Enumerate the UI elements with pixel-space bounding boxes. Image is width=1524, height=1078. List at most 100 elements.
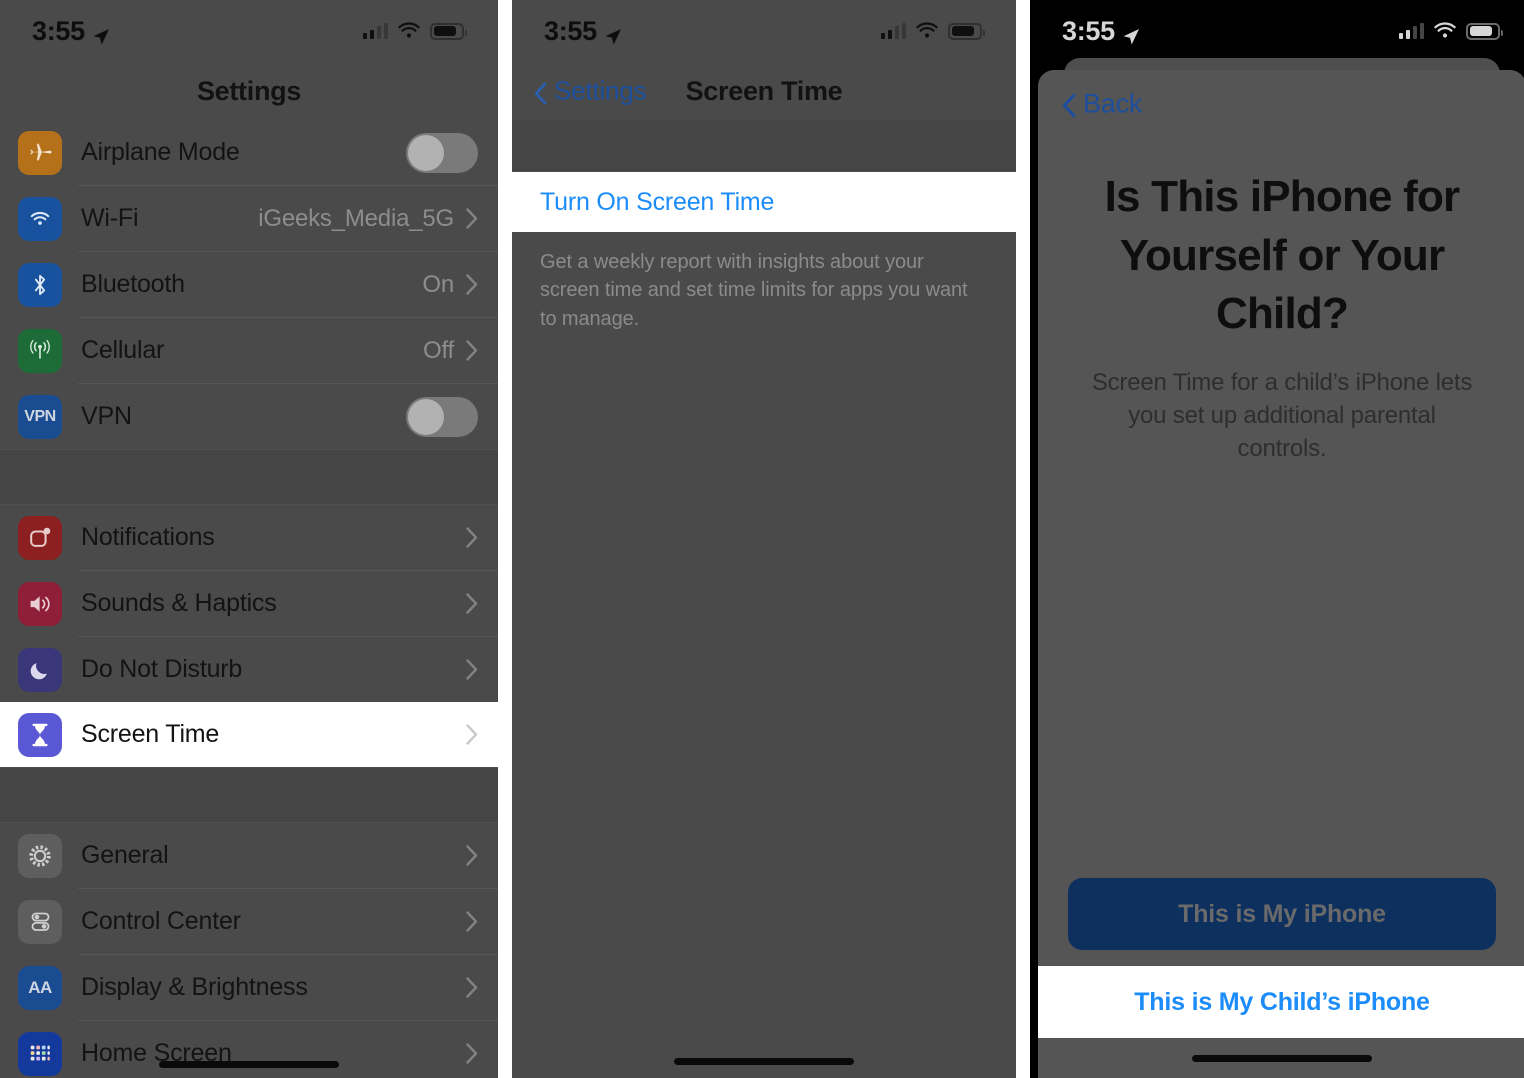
settings-row-label: Wi-Fi — [81, 204, 139, 232]
panel-gap — [1016, 0, 1030, 1078]
display-brightness-icon-text: AA — [28, 977, 52, 997]
chevron-right-icon — [466, 724, 478, 745]
settings-list-group-1: Airplane Mode Wi-Fi iGeeks_Media_5G Blue… — [0, 120, 498, 449]
settings-row-label: Control Center — [81, 907, 241, 935]
cellular-signal-icon — [880, 23, 906, 39]
settings-row-label: Cellular — [81, 336, 165, 364]
settings-row-sounds-haptics[interactable]: Sounds & Haptics — [0, 571, 498, 636]
this-is-my-childs-iphone-button[interactable]: This is My Child’s iPhone — [1038, 966, 1524, 1038]
phone-panel-yourself-or-child: 3:55 Back Is This iPhone for Yourself or… — [1030, 0, 1524, 1078]
vpn-toggle[interactable] — [406, 396, 478, 437]
phone-panel-screen-time: 3:55 Settings Screen Time Turn On Screen… — [512, 0, 1016, 1078]
settings-row-label: Bluetooth — [81, 270, 185, 298]
settings-row-label: Screen Time — [81, 720, 220, 748]
settings-navbar: Settings — [0, 62, 498, 120]
page-title: Screen Time — [685, 75, 843, 106]
gear-icon — [18, 833, 62, 878]
chevron-right-icon — [466, 340, 478, 361]
settings-row-wifi[interactable]: Wi-Fi iGeeks_Media_5G — [0, 186, 498, 251]
chevron-right-icon — [466, 208, 478, 229]
settings-row-label: Sounds & Haptics — [81, 589, 277, 617]
status-bar-time-group: 3:55 — [1062, 16, 1140, 47]
chevron-right-icon — [466, 911, 478, 932]
cellular-signal-icon — [1398, 23, 1424, 39]
settings-row-do-not-disturb[interactable]: Do Not Disturb — [0, 637, 498, 702]
chevron-right-icon — [466, 593, 478, 614]
status-bar-time-group: 3:55 — [32, 16, 110, 47]
back-button-label: Back — [1083, 88, 1143, 119]
control-center-icon — [18, 899, 62, 944]
settings-row-label: Notifications — [81, 523, 215, 551]
panel-gap — [498, 0, 512, 1078]
list-group-gap — [0, 449, 498, 505]
status-bar-time: 3:55 — [32, 15, 85, 46]
settings-row-notifications[interactable]: Notifications — [0, 505, 498, 570]
turn-on-screen-time-row[interactable]: Turn On Screen Time — [512, 172, 1016, 232]
cellular-antenna-icon — [18, 328, 62, 373]
back-button-settings[interactable]: Settings — [534, 75, 647, 107]
settings-row-general[interactable]: General — [0, 823, 498, 888]
page-title: Settings — [196, 75, 302, 106]
location-arrow-icon — [92, 22, 110, 45]
settings-row-vpn[interactable]: VPN VPN — [0, 384, 498, 449]
status-bar-indicators — [362, 22, 467, 40]
status-bar-time: 3:55 — [1062, 15, 1115, 46]
modal-sheet: Back Is This iPhone for Yourself or Your… — [1038, 70, 1524, 1078]
settings-row-display-brightness[interactable]: AA Display & Brightness — [0, 955, 498, 1020]
vpn-icon: VPN — [18, 394, 62, 439]
wifi-icon — [915, 22, 939, 40]
home-indicator — [0, 1061, 498, 1068]
back-button[interactable]: Back — [1062, 89, 1142, 120]
settings-row-screen-time[interactable]: Screen Time — [0, 702, 498, 767]
sheet-navbar: Back — [1038, 70, 1524, 138]
wifi-icon — [1433, 22, 1457, 40]
sheet-content: Is This iPhone for Yourself or Your Chil… — [1038, 138, 1524, 465]
airplane-mode-toggle[interactable] — [406, 132, 478, 173]
sheet-subtitle: Screen Time for a child’s iPhone lets yo… — [1091, 368, 1473, 462]
settings-row-label: Display & Brightness — [81, 973, 308, 1001]
phone-panel-settings: 3:55 Settings Airplane Mode Wi-Fi iGeeks… — [0, 0, 498, 1078]
chevron-right-icon — [466, 527, 478, 548]
airplane-icon — [18, 130, 62, 175]
settings-list-group-3: General Control Center AA Display & Brig… — [0, 823, 498, 1078]
settings-row-label: General — [81, 841, 169, 869]
settings-row-label: Airplane Mode — [81, 138, 240, 166]
chevron-right-icon — [466, 274, 478, 295]
sheet-heading: Is This iPhone for Yourself or Your Chil… — [1104, 172, 1461, 339]
turn-on-screen-time-label: Turn On Screen Time — [540, 187, 775, 216]
screen-time-navbar: Settings Screen Time — [512, 62, 1016, 120]
status-bar-time: 3:55 — [544, 15, 597, 46]
back-button-label: Settings — [554, 75, 647, 106]
settings-row-bluetooth[interactable]: Bluetooth On — [0, 252, 498, 317]
screen-time-hourglass-icon — [18, 712, 62, 757]
chevron-right-icon — [466, 977, 478, 998]
notifications-icon — [18, 515, 62, 560]
location-arrow-icon — [1122, 22, 1140, 45]
list-top-spacer — [512, 120, 1016, 172]
three-panel-screenshot: 3:55 Settings Airplane Mode Wi-Fi iGeeks… — [0, 0, 1524, 1078]
home-indicator — [512, 1044, 1016, 1078]
screen-time-footnote: Get a weekly report with insights about … — [540, 251, 968, 330]
settings-row-label: VPN — [81, 402, 132, 430]
status-bar-indicators — [1398, 22, 1503, 40]
this-is-my-iphone-label: This is My iPhone — [1178, 899, 1386, 928]
this-is-my-iphone-button[interactable]: This is My iPhone — [1068, 878, 1496, 950]
settings-row-value: Off — [423, 336, 454, 364]
settings-row-cellular[interactable]: Cellular Off — [0, 318, 498, 383]
settings-row-home-screen[interactable]: Home Screen — [0, 1021, 498, 1078]
location-arrow-icon — [604, 22, 622, 45]
sheet-spacer — [1038, 465, 1524, 878]
list-group-gap — [0, 767, 498, 823]
do-not-disturb-moon-icon — [18, 647, 62, 692]
screen-time-empty-area — [512, 333, 1016, 1044]
this-is-my-childs-iphone-label: This is My Child’s iPhone — [1134, 987, 1430, 1016]
battery-icon — [1466, 22, 1503, 40]
settings-row-label: Do Not Disturb — [81, 655, 243, 683]
settings-row-airplane-mode[interactable]: Airplane Mode — [0, 120, 498, 185]
settings-list-group-2: Notifications Sounds & Haptics Do Not Di… — [0, 505, 498, 767]
chevron-right-icon — [466, 659, 478, 680]
settings-row-control-center[interactable]: Control Center — [0, 889, 498, 954]
vpn-icon-text: VPN — [24, 407, 56, 425]
chevron-left-icon — [1062, 93, 1076, 117]
display-brightness-icon: AA — [18, 965, 62, 1010]
